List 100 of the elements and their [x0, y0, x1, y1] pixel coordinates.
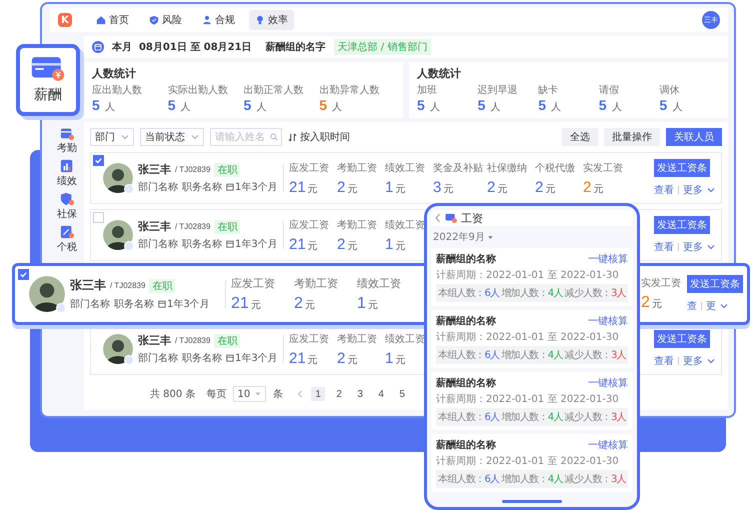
view-link[interactable]: 查看: [654, 240, 674, 254]
pay-amount: 1: [385, 236, 394, 252]
checkbox[interactable]: [18, 269, 29, 280]
tenure-text: 1年3个月: [235, 181, 278, 194]
department-select[interactable]: 部门: [90, 128, 134, 146]
sidebar-item[interactable]: 社保: [57, 192, 77, 221]
action-button[interactable]: 全选: [562, 128, 598, 146]
pay-label: 考勤工资: [337, 332, 378, 346]
action-button[interactable]: 批量操作: [604, 128, 660, 146]
checkbox[interactable]: [93, 212, 104, 223]
page-button[interactable]: 1: [311, 387, 326, 401]
stat-value: 5: [417, 97, 425, 113]
per-page-unit: 条: [273, 388, 284, 401]
total-count: 共 800 条: [150, 388, 196, 401]
pay-amount: 2: [337, 236, 346, 252]
month-picker[interactable]: 2022年9月: [431, 230, 494, 244]
chevron-down-icon: [707, 357, 715, 365]
employee-name: 张三丰: [138, 219, 171, 234]
pay-amount: 21: [289, 236, 306, 252]
send-payslip-button[interactable]: 发送工资条: [687, 275, 743, 293]
sidebar-item[interactable]: 绩效: [57, 159, 77, 188]
more-link[interactable]: 更多: [683, 354, 703, 368]
pay-unit: 元: [308, 240, 318, 252]
avatar-placeholder: [103, 334, 133, 364]
nav-tab[interactable]: 风险: [143, 10, 188, 30]
view-link[interactable]: 查看: [654, 354, 674, 368]
stat-value: 3人: [611, 412, 626, 423]
pay-label: 实发工资: [641, 276, 682, 290]
stat-label: 减少人数：: [564, 474, 612, 485]
pay-unit: 元: [304, 300, 315, 310]
pay-amount: 2: [641, 294, 650, 311]
badge-icon: [56, 303, 66, 313]
position-text: 职务名称: [182, 352, 222, 365]
page-size-select[interactable]: 10: [233, 386, 266, 402]
pay-label: 奖金及补贴: [433, 162, 484, 174]
more-link[interactable]: 更: [706, 299, 716, 313]
sort-icon: [288, 132, 297, 142]
pay-unit: 元: [308, 354, 318, 366]
stat-value: 3人: [611, 474, 626, 485]
sort-button[interactable]: 按入职时间: [288, 130, 350, 144]
home-indicator: [502, 500, 562, 503]
stat-label: 应出勤人数: [92, 84, 143, 97]
page-button[interactable]: 4: [374, 387, 388, 401]
pay-unit: 元: [593, 184, 604, 194]
back-chevron-icon[interactable]: [435, 213, 441, 223]
nav-tab[interactable]: 合规: [196, 10, 241, 30]
name-search-field[interactable]: 请输入姓名: [210, 128, 282, 146]
page-button[interactable]: 5: [395, 387, 410, 401]
more-link[interactable]: 更多: [683, 183, 703, 197]
employee-name: 张三丰: [70, 277, 106, 294]
view-link[interactable]: 查看: [654, 183, 674, 197]
stat-value: 4人: [548, 350, 563, 361]
group-title: 薪酬组的名称: [436, 438, 496, 452]
stat-label: 迟到早退: [478, 84, 519, 97]
stat-unit: 人: [104, 102, 115, 113]
send-payslip-button[interactable]: 发送工资条: [654, 216, 710, 234]
stat-value: 5: [168, 97, 176, 113]
action-button[interactable]: 关联人员: [666, 128, 722, 146]
send-payslip-button[interactable]: 发送工资条: [654, 330, 710, 348]
status-tag: 在职: [214, 220, 240, 234]
nav-tab[interactable]: 效率: [249, 10, 294, 30]
stat-value: 5: [598, 97, 607, 113]
pay-unit: 元: [395, 354, 406, 366]
page-button[interactable]: 3: [353, 387, 368, 401]
checkbox[interactable]: [93, 155, 104, 166]
nav-tab[interactable]: 首页: [90, 10, 135, 30]
feature-label: 薪酬: [34, 86, 62, 104]
payroll-group-card[interactable]: 薪酬组的名称 一键核算 计薪周期：2022-01-01 至 2022-01-30 本组人数：6人 增加人数：4人 减少人数：3人: [431, 248, 633, 306]
payroll-group-card[interactable]: 薪酬组的名称 一键核算 计薪周期：2022-01-01 至 2022-01-30 本组人数：6人 增加人数：4人 减少人数：3人: [431, 434, 633, 492]
previous-page-icon[interactable]: [296, 390, 304, 398]
stat-label: 请假: [598, 84, 620, 97]
stat-value: 5: [244, 97, 252, 113]
payroll-group-card[interactable]: 薪酬组的名称 一键核算 计薪周期：2022-01-01 至 2022-01-30 本组人数：6人 增加人数：4人 减少人数：3人: [431, 310, 633, 368]
status-select[interactable]: 当前状态: [140, 128, 204, 146]
stat-label: 增加人数：: [501, 412, 548, 423]
pay-unit: 元: [368, 300, 378, 310]
sidebar-item[interactable]: 个税: [57, 225, 77, 254]
calculate-link[interactable]: 一键核算: [588, 376, 628, 390]
stat-unit: 人: [180, 102, 191, 113]
pay-label: 考勤工资: [337, 218, 378, 232]
pay-period-text: 计薪周期：2022-01-01 至 2022-01-30: [436, 268, 620, 282]
pay-unit: 元: [347, 184, 358, 194]
view-link[interactable]: 查: [687, 299, 697, 313]
send-payslip-button[interactable]: 发送工资条: [654, 159, 710, 177]
sidebar-item[interactable]: 考勤: [57, 126, 77, 155]
calculate-link[interactable]: 一键核算: [588, 438, 628, 452]
employee-name: 张三丰: [138, 162, 171, 177]
wallet-card-icon: [31, 56, 65, 82]
page-button[interactable]: 2: [332, 387, 346, 401]
pay-unit: 元: [652, 299, 662, 310]
chevron-down-icon: [121, 133, 129, 141]
more-link[interactable]: 更多: [683, 240, 703, 254]
stat-value: 3人: [611, 288, 626, 299]
stat-unit: 人: [551, 102, 562, 113]
location-tag: 天津总部 / 销售部门: [334, 39, 432, 55]
pay-amount: 2: [583, 178, 592, 196]
lightbulb-icon: [255, 15, 265, 25]
payroll-group-card[interactable]: 薪酬组的名称 一键核算 计薪周期：2022-01-01 至 2022-01-30 本组人数：6人 增加人数：4人 减少人数：3人: [431, 372, 633, 430]
group-name: 薪酬组的名字: [266, 40, 326, 54]
stat-label: 减少人数：: [564, 288, 612, 299]
